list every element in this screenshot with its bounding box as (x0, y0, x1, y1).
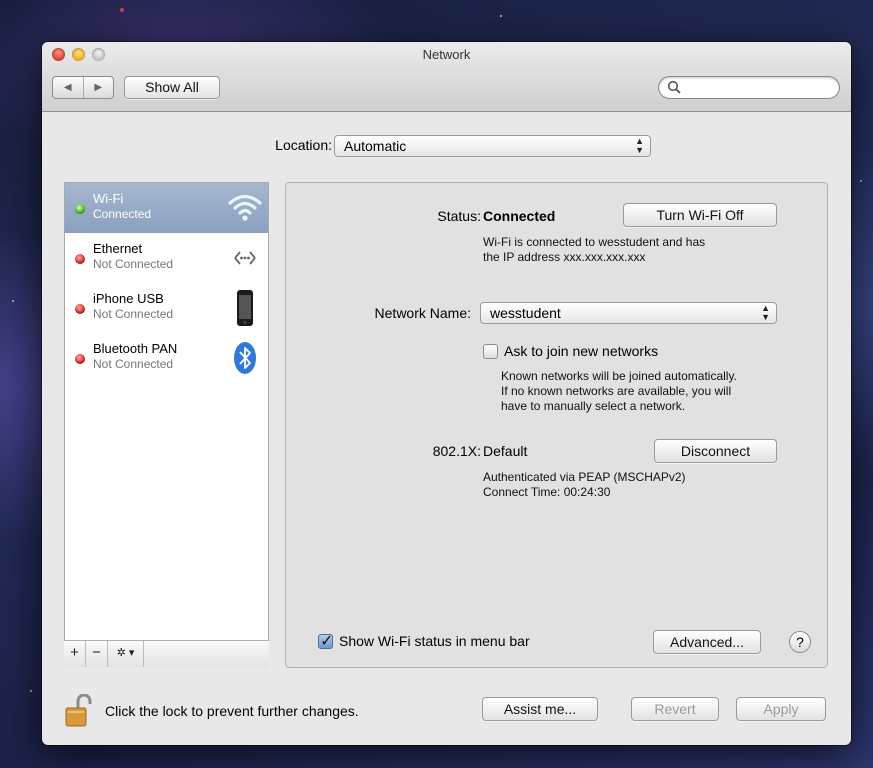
add-service-button[interactable]: + (64, 641, 86, 667)
help-button[interactable]: ? (789, 631, 811, 653)
title-bar: Network ◀ ▶ Show All (42, 42, 851, 112)
ask-description: have to manually select a network. (501, 399, 686, 413)
popup-arrows-icon: ▲ ▼ (761, 303, 770, 322)
status-description: Wi-Fi is connected to wesstudent and has (483, 235, 706, 249)
revert-button[interactable]: Revert (631, 697, 719, 721)
lock-text: Click the lock to prevent further change… (105, 703, 359, 719)
status-value: Connected (483, 208, 556, 224)
apply-button[interactable]: Apply (736, 697, 826, 721)
wallpaper-star (30, 690, 32, 692)
service-status: Not Connected (93, 357, 174, 371)
wallpaper-star (500, 15, 502, 17)
service-item-wifi[interactable]: Wi-Fi Connected (65, 183, 268, 233)
status-description: the IP address xxx.xxx.xxx.xxx (483, 250, 646, 264)
ask-description: Known networks will be joined automatica… (501, 369, 737, 383)
location-value: Automatic (344, 138, 407, 154)
network-window: Network ◀ ▶ Show All Location: Automatic… (42, 42, 851, 745)
service-status: Not Connected (93, 307, 174, 321)
back-forward-control: ◀ ▶ (52, 76, 114, 99)
wallpaper-star (120, 8, 124, 12)
network-name-label: Network Name: (374, 305, 471, 321)
status-dot-icon (75, 354, 85, 364)
show-status-label: Show Wi-Fi status in menu bar (339, 633, 530, 649)
sidebar-toolbar: + − ✲ ▾ (64, 640, 269, 667)
iphone-icon (237, 290, 253, 326)
remove-service-button[interactable]: − (86, 641, 108, 667)
window-title: Network (422, 47, 471, 62)
dot1x-value: Default (483, 443, 528, 459)
forward-icon[interactable]: ▶ (84, 77, 114, 98)
bluetooth-icon (234, 342, 256, 374)
disconnect-button[interactable]: Disconnect (654, 439, 777, 463)
service-item-ethernet[interactable]: Ethernet Not Connected (65, 233, 268, 283)
network-name-popup[interactable]: wesstudent ▲ ▼ (480, 302, 777, 324)
show-all-button[interactable]: Show All (124, 76, 220, 99)
ethernet-icon (234, 251, 256, 265)
location-popup[interactable]: Automatic ▲ ▼ (334, 135, 651, 157)
connect-time: Connect Time: 00:24:30 (483, 485, 611, 499)
lock-icon[interactable] (64, 694, 92, 728)
service-list: Wi-Fi Connected Ethernet Not Connected i… (64, 182, 269, 667)
advanced-button[interactable]: Advanced... (653, 630, 761, 654)
checkmark-icon: ✓ (320, 633, 334, 650)
ask-description: If no known networks are available, you … (501, 384, 732, 398)
service-item-iphone-usb[interactable]: iPhone USB Not Connected (65, 283, 268, 333)
detail-panel: Status: Connected Turn Wi-Fi Off Wi-Fi i… (285, 182, 828, 668)
wallpaper-star (860, 180, 862, 182)
turn-wifi-off-button[interactable]: Turn Wi-Fi Off (623, 203, 777, 227)
search-icon (667, 80, 681, 94)
service-name: Bluetooth PAN (93, 341, 178, 356)
service-status: Not Connected (93, 257, 174, 271)
service-name: Ethernet (93, 241, 143, 256)
ask-to-join-checkbox[interactable] (483, 344, 498, 359)
popup-arrows-icon: ▲ ▼ (635, 136, 644, 155)
service-status: Connected (93, 207, 152, 221)
service-item-bluetooth-pan[interactable]: Bluetooth PAN Not Connected (65, 333, 268, 383)
action-menu-button[interactable]: ✲ ▾ (108, 641, 144, 667)
status-dot-icon (75, 204, 85, 214)
dot1x-label: 802.1X: (432, 443, 481, 459)
location-label: Location: (275, 137, 332, 153)
wallpaper-star (12, 300, 14, 302)
network-name-value: wesstudent (490, 305, 561, 321)
status-dot-icon (75, 304, 85, 314)
wifi-icon (228, 194, 262, 221)
service-name: Wi-Fi (93, 191, 124, 206)
back-icon[interactable]: ◀ (53, 77, 84, 98)
auth-description: Authenticated via PEAP (MSCHAPv2) (483, 470, 686, 484)
assist-me-button[interactable]: Assist me... (482, 697, 598, 721)
service-name: iPhone USB (93, 291, 164, 306)
ask-to-join-label: Ask to join new networks (504, 343, 659, 359)
search-input[interactable] (658, 76, 840, 99)
status-label: Status: (437, 208, 481, 224)
status-dot-icon (75, 254, 85, 264)
show-status-checkbox[interactable]: ✓ (318, 633, 334, 650)
